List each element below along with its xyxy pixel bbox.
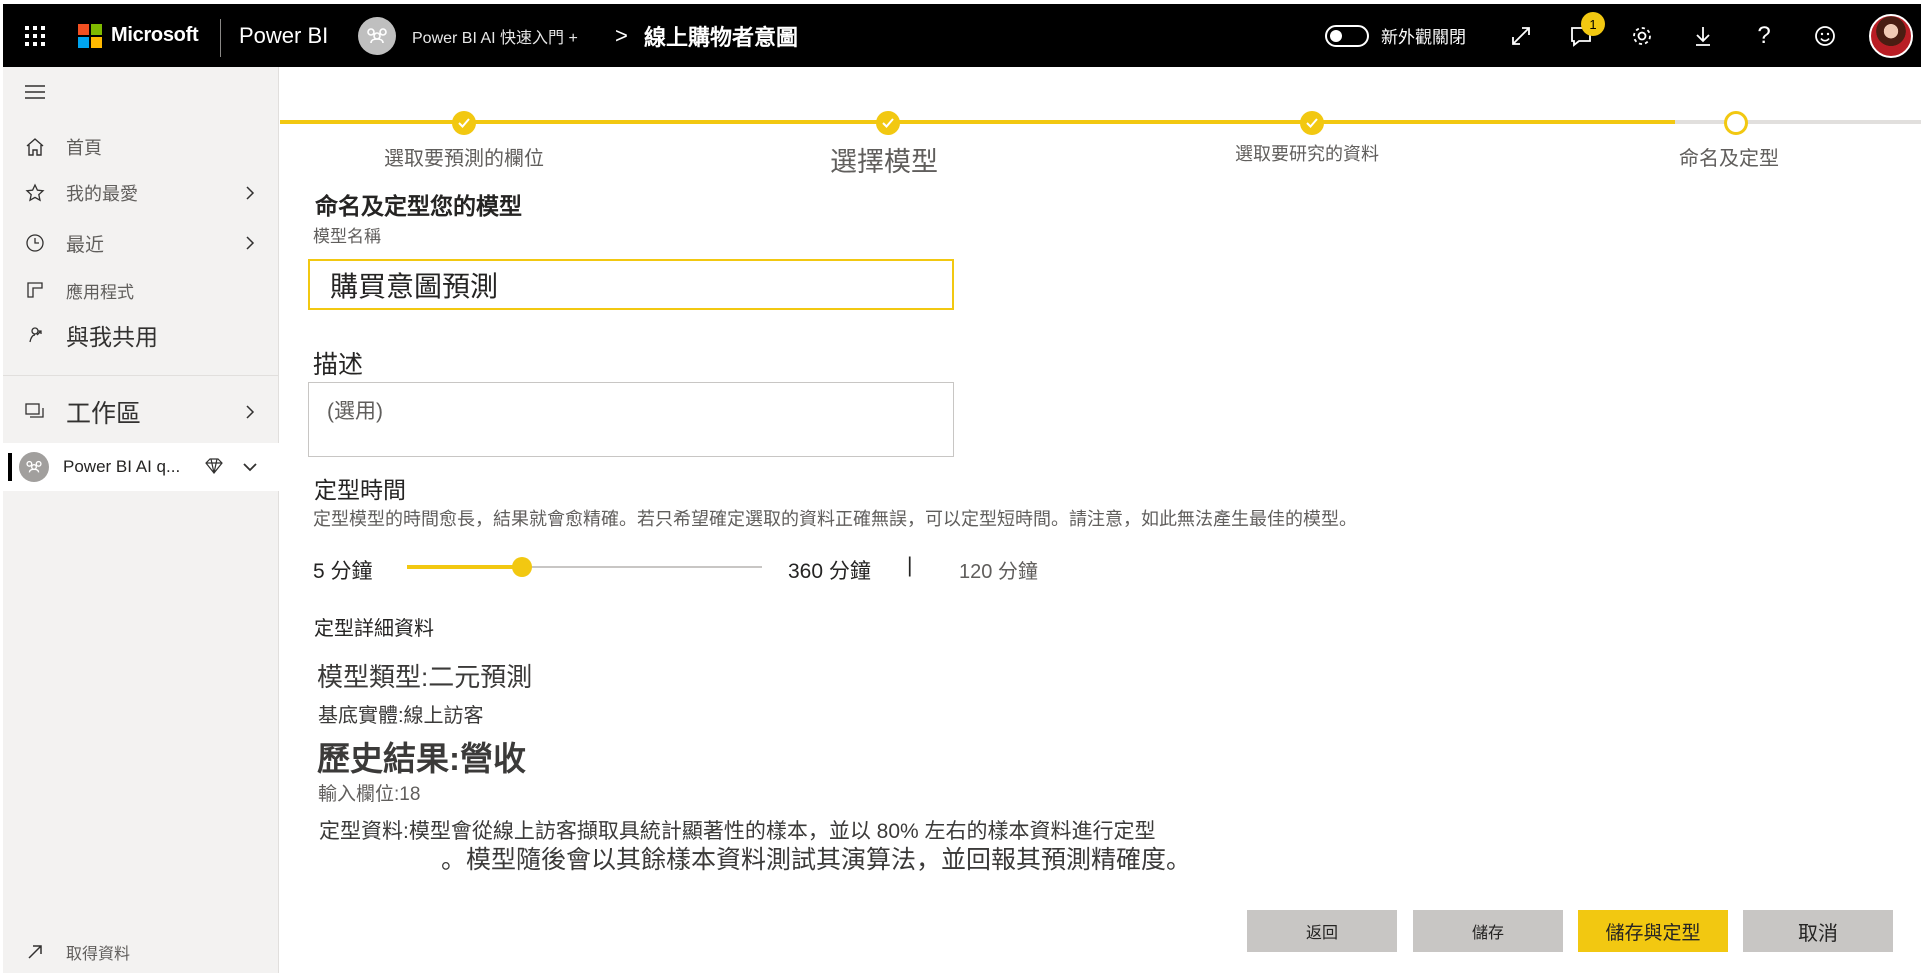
slider-separator: |	[907, 554, 913, 577]
sidebar-item-home[interactable]: 首頁	[3, 127, 279, 167]
expand-icon[interactable]	[1501, 4, 1541, 67]
page-title: 命名及定型您的模型	[315, 193, 522, 219]
nav-collapse-button[interactable]	[3, 77, 279, 107]
app-launcher-icon[interactable]	[19, 4, 51, 67]
step-3-label[interactable]: 選取要研究的資料	[1235, 140, 1379, 166]
base-entity: 基底實體:線上訪客	[318, 705, 484, 727]
workspaces-icon	[23, 400, 47, 424]
step-4-label[interactable]: 命名及定型	[1679, 142, 1779, 171]
topbar-divider	[220, 19, 221, 57]
sidebar-item-label: 工作區	[66, 400, 142, 428]
sidebar-item-label: 與我共用	[66, 324, 158, 350]
sidebar-item-label: 首頁	[66, 138, 102, 158]
chevron-right-icon[interactable]	[240, 183, 260, 203]
report-title: 線上購物者意圖	[644, 24, 799, 50]
clock-icon	[23, 231, 47, 255]
left-navigation: 首頁 我的最愛 最近 應用程式 與我共用 工作區 Power BI AI q..…	[3, 67, 279, 973]
microsoft-logo[interactable]: Microsoft	[78, 4, 199, 67]
step-3-done-icon[interactable]	[1300, 111, 1324, 135]
brand-name: Microsoft	[111, 24, 199, 46]
training-time-slider-thumb[interactable]	[512, 557, 532, 577]
get-data-label: 取得資料	[66, 946, 131, 963]
sidebar-item-recent[interactable]: 最近	[3, 223, 279, 263]
slider-min-label: 5 分鐘	[313, 560, 373, 583]
new-look-toggle-label: 新外觀關閉	[1381, 28, 1466, 47]
workspace-icon	[19, 452, 49, 482]
training-time-label: 定型時間	[314, 477, 406, 503]
notification-badge: 1	[1581, 12, 1605, 36]
sidebar-item-label: 我的最愛	[66, 184, 138, 204]
star-icon	[23, 181, 47, 205]
description-label: 描述	[313, 351, 364, 379]
back-button[interactable]: 返回	[1247, 910, 1397, 952]
input-fields: 輸入欄位:18	[318, 784, 421, 805]
workspace-breadcrumb[interactable]: Power BI AI 快速入門 +	[412, 4, 578, 67]
step-1-label[interactable]: 選取要預測的欄位	[384, 142, 544, 171]
save-button[interactable]: 儲存	[1413, 910, 1563, 952]
notification-icon[interactable]: 1	[1561, 4, 1605, 67]
main-content: 選取要預測的欄位 選擇模型 選取要研究的資料 命名及定型 命名及定型您的模型 模…	[280, 67, 1921, 973]
selected-indicator	[8, 453, 12, 481]
sidebar-item-label: 最近	[66, 234, 105, 256]
chevron-right-icon[interactable]	[240, 233, 260, 253]
user-avatar[interactable]	[1866, 4, 1916, 67]
sidebar-item-favorites[interactable]: 我的最愛	[3, 173, 279, 213]
slider-max-label: 360 分鐘	[788, 560, 871, 583]
wizard-progress-fill	[280, 120, 1675, 124]
cancel-button[interactable]: 取消	[1743, 910, 1893, 952]
workspace-avatar[interactable]	[358, 4, 398, 67]
microsoft-logo-icon	[78, 23, 102, 48]
premium-diamond-icon	[205, 458, 223, 479]
sidebar-item-apps[interactable]: 應用程式	[3, 270, 279, 310]
download-icon[interactable]	[1683, 4, 1723, 67]
chevron-down-icon[interactable]	[240, 457, 260, 477]
sidebar-item-workspaces[interactable]: 工作區	[3, 387, 279, 437]
toggle-switch[interactable]	[1325, 24, 1369, 47]
breadcrumb-separator: >	[615, 22, 628, 48]
step-2-label[interactable]: 選擇模型	[830, 140, 938, 179]
home-icon	[23, 135, 47, 159]
step-1-done-icon[interactable]	[452, 111, 476, 135]
model-type: 模型類型:二元預測	[317, 662, 533, 692]
apps-icon	[23, 278, 47, 302]
slider-value: 120 分鐘	[959, 561, 1038, 583]
settings-icon[interactable]	[1622, 4, 1662, 67]
top-app-bar: Microsoft Power BI Power BI AI 快速入門 + > …	[3, 4, 1921, 67]
training-time-slider-fill	[407, 565, 522, 569]
chevron-right-icon[interactable]	[240, 402, 260, 422]
step-2-done-icon[interactable]	[876, 111, 900, 135]
step-4-current-icon[interactable]	[1724, 111, 1748, 135]
help-icon[interactable]: ?	[1744, 4, 1784, 67]
group-icon	[358, 16, 396, 55]
shared-icon	[23, 323, 47, 347]
sidebar-item-current-workspace[interactable]: Power BI AI q...	[3, 443, 279, 491]
model-name-input[interactable]	[308, 259, 954, 310]
new-look-toggle[interactable]: 新外觀關閉	[1325, 4, 1466, 67]
historical-outcome: 歷史結果:營收	[317, 740, 526, 777]
sidebar-item-label: 應用程式	[66, 282, 134, 302]
training-data-line-2: 。模型隨後會以其餘樣本資料測試其演算法，並回報其預測精確度。	[441, 846, 1192, 874]
description-input[interactable]	[308, 382, 954, 457]
hamburger-menu-icon	[23, 80, 47, 104]
workspace-label: Power BI AI q...	[63, 457, 181, 476]
model-name-label: 模型名稱	[313, 227, 381, 246]
training-time-help: 定型模型的時間愈長，結果就會愈精確。若只希望確定選取的資料正確無誤，可以定型短時…	[313, 509, 1357, 529]
sidebar-item-shared[interactable]: 與我共用	[3, 311, 279, 359]
feedback-smiley-icon[interactable]	[1805, 4, 1845, 67]
product-name[interactable]: Power BI	[239, 4, 328, 67]
arrow-up-right-icon	[23, 940, 47, 964]
training-details-heading: 定型詳細資料	[314, 618, 434, 640]
get-data-button[interactable]: 取得資料	[3, 937, 279, 967]
save-and-train-button[interactable]: 儲存與定型	[1578, 910, 1728, 952]
sidebar-divider	[3, 375, 279, 376]
